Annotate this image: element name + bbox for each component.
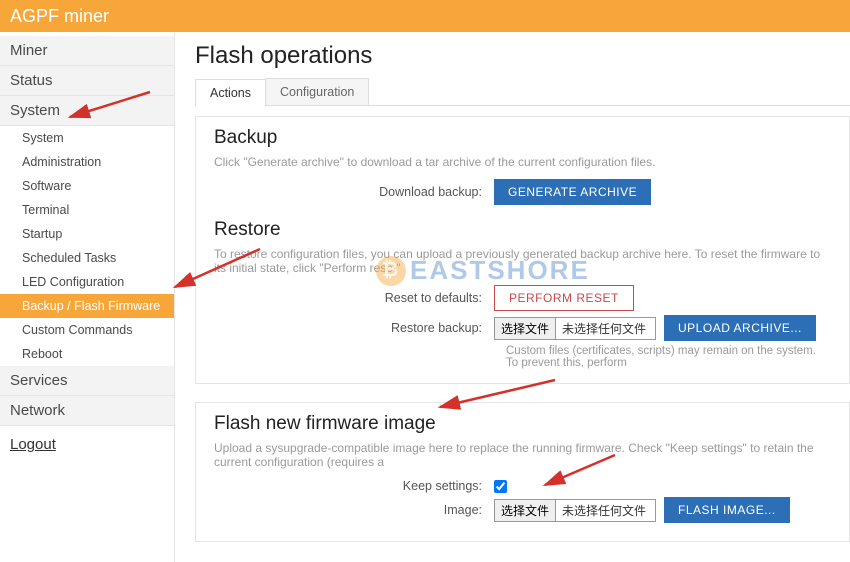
tab-actions[interactable]: Actions	[195, 79, 266, 106]
restore-backup-label: Restore backup:	[214, 321, 494, 335]
keep-settings-checkbox[interactable]	[494, 480, 507, 493]
page-title: Flash operations	[195, 42, 850, 70]
sidebar-sub-reboot[interactable]: Reboot	[0, 342, 174, 366]
sidebar-sub-administration[interactable]: Administration	[0, 150, 174, 174]
tab-bar: Actions Configuration	[195, 78, 850, 106]
restore-file-choose-button[interactable]: 选择文件	[494, 317, 556, 340]
restore-desc: To restore configuration files, you can …	[214, 247, 831, 275]
backup-heading: Backup	[214, 127, 831, 149]
flash-heading: Flash new firmware image	[214, 413, 831, 435]
download-backup-label: Download backup:	[214, 185, 494, 199]
image-file-name: 未选择任何文件	[556, 499, 656, 522]
sidebar-item-system[interactable]: System	[0, 96, 174, 126]
image-file-choose-button[interactable]: 选择文件	[494, 499, 556, 522]
sidebar-item-network[interactable]: Network	[0, 396, 174, 426]
sidebar: Miner Status System System Administratio…	[0, 32, 175, 562]
reset-defaults-label: Reset to defaults:	[214, 291, 494, 305]
tab-configuration[interactable]: Configuration	[265, 78, 369, 105]
sidebar-sub-custom-commands[interactable]: Custom Commands	[0, 318, 174, 342]
keep-settings-label: Keep settings:	[214, 479, 494, 493]
upload-archive-button[interactable]: UPLOAD ARCHIVE...	[664, 315, 816, 341]
sidebar-item-services[interactable]: Services	[0, 366, 174, 396]
backup-panel: Backup Click "Generate archive" to downl…	[195, 116, 850, 384]
app-header: AGPF miner	[0, 0, 850, 32]
restore-note: Custom files (certificates, scripts) may…	[506, 345, 831, 369]
flash-desc: Upload a sysupgrade-compatible image her…	[214, 441, 831, 469]
sidebar-item-miner[interactable]: Miner	[0, 36, 174, 66]
sidebar-sub-backup-flash-firmware[interactable]: Backup / Flash Firmware	[0, 294, 174, 318]
sidebar-sub-startup[interactable]: Startup	[0, 222, 174, 246]
app-title: AGPF miner	[10, 6, 109, 26]
sidebar-sub-terminal[interactable]: Terminal	[0, 198, 174, 222]
generate-archive-button[interactable]: GENERATE ARCHIVE	[494, 179, 651, 205]
flash-panel: Flash new firmware image Upload a sysupg…	[195, 402, 850, 542]
image-label: Image:	[214, 503, 494, 517]
logout-link[interactable]: Logout	[0, 426, 174, 463]
sidebar-sub-scheduled-tasks[interactable]: Scheduled Tasks	[0, 246, 174, 270]
flash-image-button[interactable]: FLASH IMAGE...	[664, 497, 790, 523]
sidebar-sub-system[interactable]: System	[0, 126, 174, 150]
restore-heading: Restore	[214, 219, 831, 241]
sidebar-sub-software[interactable]: Software	[0, 174, 174, 198]
perform-reset-button[interactable]: PERFORM RESET	[494, 285, 634, 311]
main-content: Flash operations Actions Configuration B…	[175, 32, 850, 562]
sidebar-item-status[interactable]: Status	[0, 66, 174, 96]
restore-file-name: 未选择任何文件	[556, 317, 656, 340]
sidebar-sub-led-configuration[interactable]: LED Configuration	[0, 270, 174, 294]
backup-desc: Click "Generate archive" to download a t…	[214, 155, 831, 169]
